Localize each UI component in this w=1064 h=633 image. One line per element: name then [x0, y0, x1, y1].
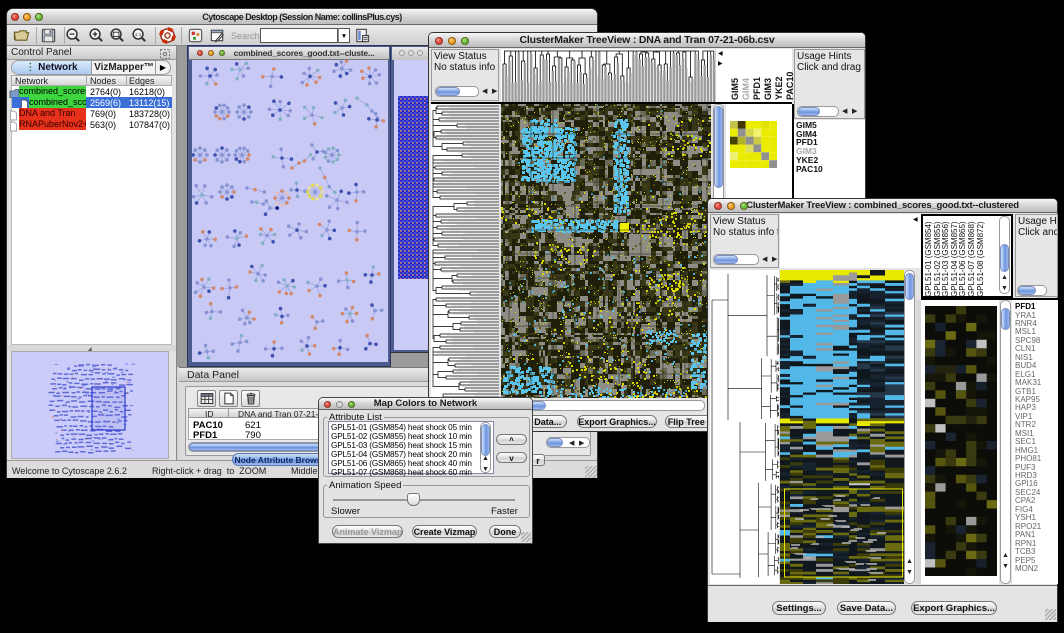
svg-text:1:1: 1:1: [135, 32, 142, 38]
